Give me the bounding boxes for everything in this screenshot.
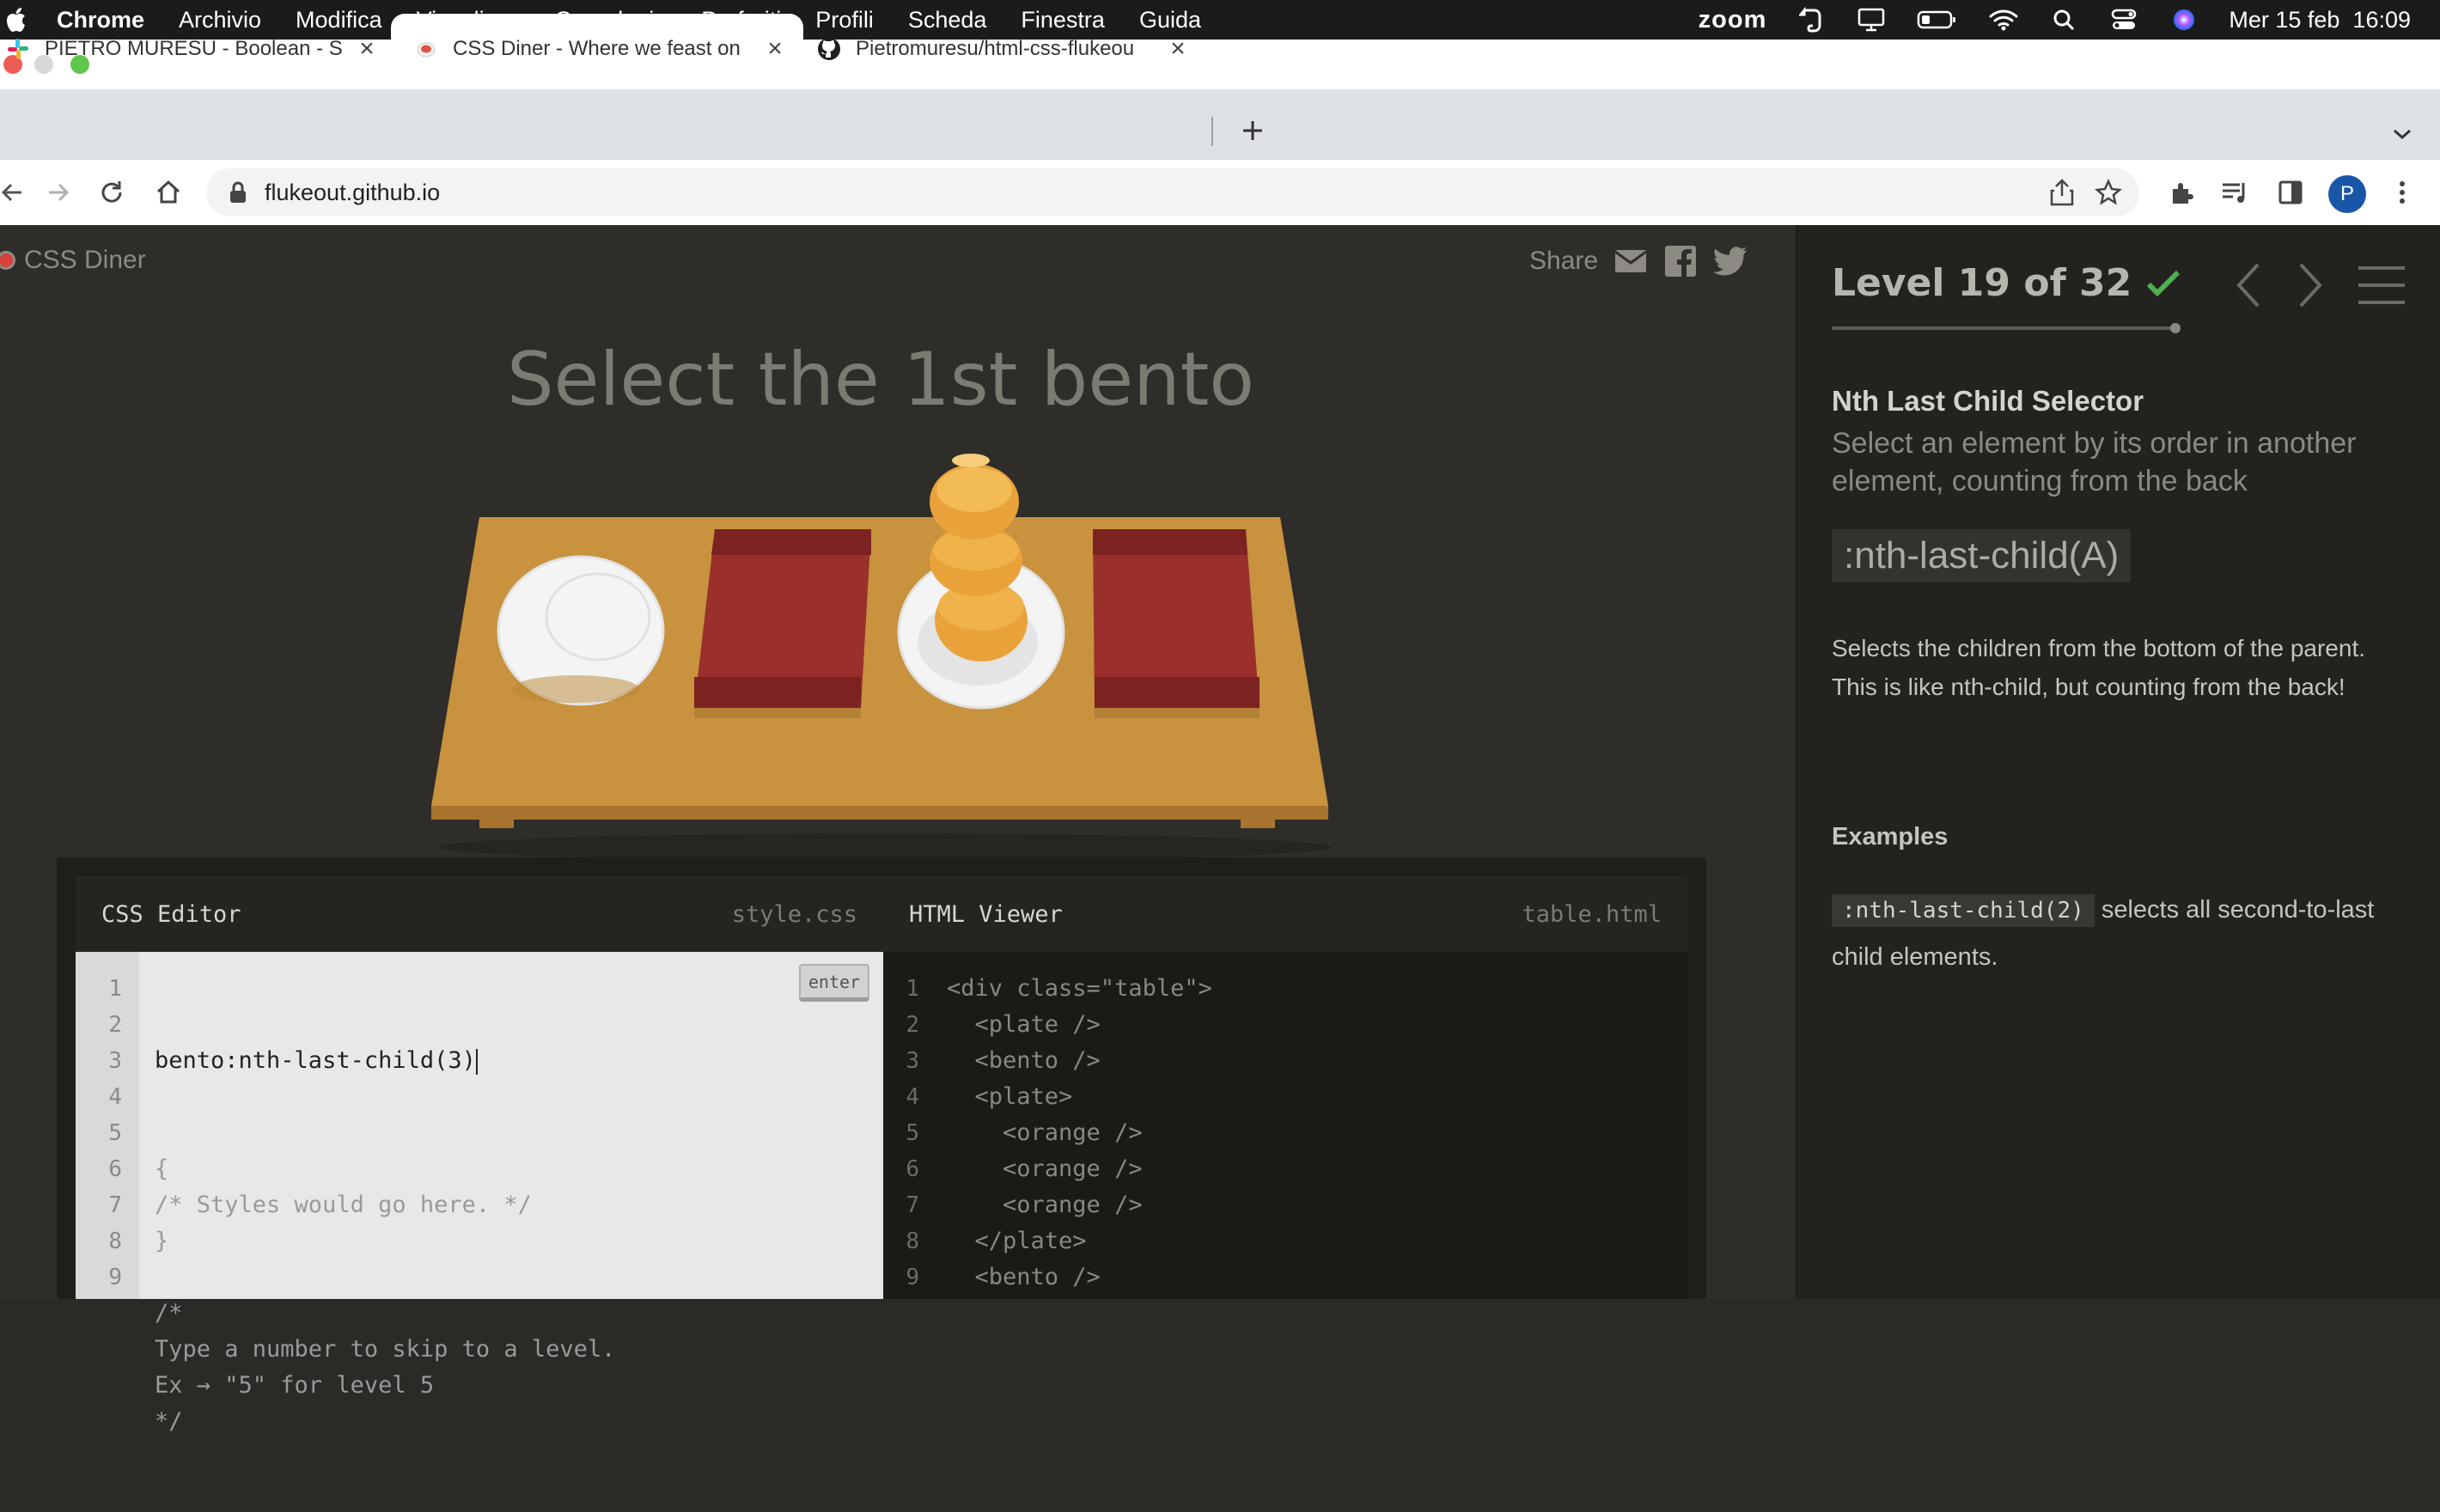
css-editor-title: CSS Editor: [101, 900, 241, 928]
close-tab-icon[interactable]: ×: [762, 34, 788, 63]
html-viewer-title: HTML Viewer: [909, 900, 1063, 928]
example-code: :nth-last-child(2): [1832, 894, 2095, 927]
slack-icon: [5, 36, 31, 62]
progress-knob: [2170, 323, 2181, 333]
plate-empty: [497, 555, 665, 706]
reload-icon[interactable]: [93, 174, 131, 211]
back-arrow-icon[interactable]: [0, 174, 31, 211]
html-viewer-body: 1 2 3 4 5 6 7 8 9 <div class="table"> <p…: [883, 952, 1687, 1299]
html-file-name: table.html: [1522, 900, 1662, 928]
level-instruction: Select the 1st bento: [506, 337, 1255, 423]
css-diner-icon: [0, 251, 15, 270]
selector-name: Nth Last Child Selector: [1832, 385, 2144, 417]
plate-with-oranges: [897, 454, 1065, 710]
siri-icon[interactable]: [2169, 7, 2199, 33]
checkmark-icon: [2147, 270, 2181, 296]
tab-title: PIETRO MURESU - Boolean - S: [45, 37, 343, 60]
html-line-numbers: 1 2 3 4 5 6 7 8 9: [883, 952, 931, 1299]
tab-separator: [1211, 117, 1213, 146]
enter-button[interactable]: enter: [799, 964, 869, 1002]
css-file-name: style.css: [731, 900, 857, 928]
css-line-numbers: 1 2 3 4 5 6 7 8 9: [76, 952, 139, 1299]
brand-name: CSS Diner: [24, 246, 146, 274]
level-menu-hamburger-icon[interactable]: [2356, 259, 2407, 311]
share-label: Share: [1529, 247, 1599, 275]
battery-icon[interactable]: [1916, 7, 1959, 33]
facebook-icon[interactable]: [1663, 244, 1698, 278]
css-editor-body: 1 2 3 4 5 6 7 8 9 bento:nth-last-child(3…: [76, 952, 883, 1435]
css-code-rest: { /* Styles would go here. */ } /* Type …: [155, 1155, 616, 1435]
close-tab-icon[interactable]: ×: [1165, 34, 1191, 63]
tab-title: CSS Diner - Where we feast on: [453, 37, 741, 60]
browser-toolbar: flukeout.github.io P: [0, 160, 2440, 225]
media-queue-icon[interactable]: [2217, 174, 2254, 211]
previous-level-chevron-icon[interactable]: [2227, 259, 2270, 311]
html-code[interactable]: <div class="table"> <plate /> <bento /> …: [931, 952, 1212, 1299]
css-code[interactable]: bento:nth-last-child(3) { /* Styles woul…: [139, 952, 615, 1435]
new-tab-button[interactable]: [1234, 112, 1272, 149]
side-panel-icon[interactable]: [2272, 174, 2309, 211]
example-item: :nth-last-child(2) selects all second-to…: [1832, 887, 2425, 980]
level-progress-bar: [1832, 323, 2181, 333]
selector-title: Select an element by its order in anothe…: [1832, 427, 2357, 497]
css-editor-pane: CSS Editor style.css 1 2 3 4 5 6 7 8 9 b…: [76, 876, 883, 1435]
extensions-puzzle-icon[interactable]: [2163, 174, 2201, 211]
forward-arrow-icon[interactable]: [40, 174, 77, 211]
status-area: zoom Mer 15 feb 16:09: [1699, 0, 2411, 40]
css-diner-logo[interactable]: CSS Diner: [0, 246, 146, 275]
spotlight-search-icon[interactable]: [2048, 7, 2079, 33]
profile-avatar[interactable]: P: [2328, 175, 2366, 213]
share-bar: Share: [1529, 244, 1748, 278]
level-sidebar: Level 19 of 32 Nth Last Child Selector S…: [1796, 225, 2440, 1299]
tab-title: Pietromuresu/html-css-flukeou: [856, 37, 1135, 60]
game-area: CSS Diner Share Select the 1st bento CSS…: [0, 225, 1796, 1435]
wifi-icon[interactable]: [1988, 7, 2019, 33]
selector-syntax: :nth-last-child(A): [1832, 529, 2132, 582]
html-viewer-pane: HTML Viewer table.html 1 2 3 4 5 6 7 8 9: [883, 876, 1687, 1299]
bookmark-star-icon[interactable]: [2091, 175, 2126, 210]
control-center-icon[interactable]: [2108, 7, 2139, 33]
examples-heading: Examples: [1832, 823, 1949, 850]
css-editor-header: CSS Editor style.css: [76, 876, 883, 952]
page-content: CSS Diner Share Select the 1st bento CSS…: [0, 225, 2440, 1435]
close-tab-icon[interactable]: ×: [354, 34, 380, 63]
display-icon[interactable]: [1856, 7, 1887, 33]
share-page-icon[interactable]: [2045, 175, 2079, 210]
menubar-datetime[interactable]: Mer 15 feb 16:09: [2229, 7, 2411, 34]
css-selector-input[interactable]: bento:nth-last-child(3): [155, 1047, 476, 1074]
tab-search-chevron-icon[interactable]: [2385, 117, 2419, 151]
html-viewer-header: HTML Viewer table.html: [883, 876, 1687, 952]
home-icon[interactable]: [149, 174, 187, 211]
text-caret: [475, 1048, 478, 1075]
css-diner-icon: [413, 36, 439, 62]
zoom-status-item[interactable]: zoom: [1699, 6, 1767, 34]
chrome-menu-icon[interactable]: [2383, 174, 2421, 211]
email-icon[interactable]: [1613, 244, 1648, 278]
bento-table-illustration: [431, 454, 1332, 861]
level-header: Level 19 of 32: [1832, 261, 2183, 305]
editor-container: CSS Editor style.css 1 2 3 4 5 6 7 8 9 b…: [57, 857, 1706, 1435]
github-icon: [816, 36, 842, 62]
selector-hint: Selects the children from the bottom of …: [1832, 635, 2366, 700]
bento-last: [1093, 529, 1260, 718]
twitter-icon[interactable]: [1713, 244, 1748, 278]
tab-css-diner[interactable]: CSS Diner - Where we feast on ×: [391, 14, 803, 84]
bento-first: [694, 529, 871, 718]
evernote-icon[interactable]: [1796, 7, 1827, 33]
tab-github[interactable]: Pietromuresu/html-css-flukeou ×: [816, 14, 1203, 84]
tab-slack[interactable]: PIETRO MURESU - Boolean - S ×: [0, 14, 387, 84]
lock-icon[interactable]: [225, 180, 251, 205]
url-text: flukeout.github.io: [265, 179, 441, 205]
next-level-chevron-icon[interactable]: [2289, 259, 2332, 311]
level-indicator: Level 19 of 32: [1832, 261, 2132, 305]
address-bar[interactable]: flukeout.github.io: [206, 168, 2139, 216]
